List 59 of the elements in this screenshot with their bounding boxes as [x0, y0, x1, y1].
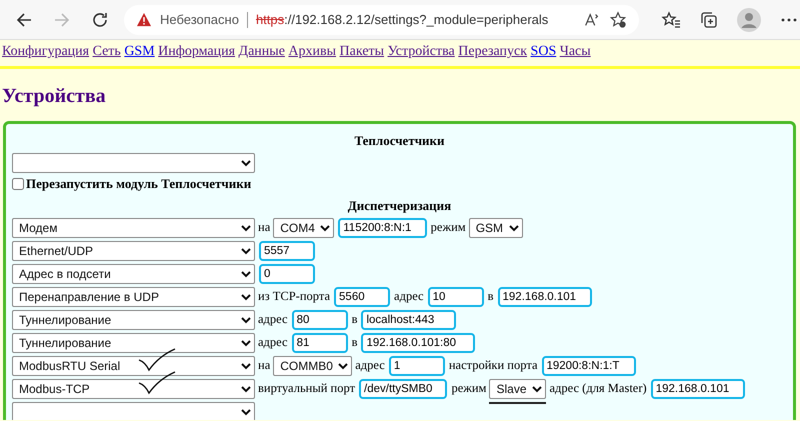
field-label: настройки порта	[448, 358, 538, 373]
input-field[interactable]: 5557	[259, 240, 315, 260]
field-label: виртуальный порт	[258, 381, 356, 396]
option-dropdown[interactable]: COM4	[273, 218, 334, 238]
nav-link[interactable]: Устройства	[388, 44, 455, 59]
nav-link[interactable]: Перезапуск	[458, 44, 528, 59]
nav-link[interactable]: Данные	[238, 44, 285, 59]
nav-link[interactable]: Конфигурация	[2, 44, 90, 59]
input-field[interactable]: 81	[292, 332, 348, 352]
field-label: адрес	[355, 358, 385, 373]
option-dropdown[interactable]: COMMB0	[273, 356, 352, 376]
input-field[interactable]: 192.168.0.101:80	[361, 332, 475, 352]
nav-link[interactable]: Пакеты	[340, 44, 384, 59]
nav-link[interactable]: GSM	[124, 44, 155, 59]
field-label: режим	[451, 381, 486, 396]
field-label: в	[488, 289, 494, 304]
address-bar[interactable]: Небезопасно https://192.168.2.12/settings?_module=peripherals	[124, 4, 639, 34]
input-field[interactable]: 10	[428, 286, 484, 306]
field-label: адрес	[258, 312, 288, 327]
nav-link[interactable]: SOS	[530, 44, 556, 59]
device-dropdown[interactable]: Адрес в подсети	[12, 264, 255, 284]
section-title: Диспетчеризация	[346, 197, 452, 215]
security-label: Небезопасно	[160, 12, 239, 27]
input-field[interactable]: /dev/ttySMB0	[359, 378, 448, 398]
section-title: Теплосчетчики	[353, 132, 446, 150]
device-dropdown[interactable]: Modbus-TCP	[12, 378, 255, 398]
device-dropdown[interactable]: Перенаправление в UDP	[12, 286, 255, 306]
input-field[interactable]: 80	[292, 310, 348, 330]
input-field[interactable]: 5560	[334, 286, 390, 306]
field-label: на	[258, 358, 270, 373]
field-label: адрес	[394, 289, 424, 304]
input-field[interactable]: 192.168.0.101	[498, 286, 592, 306]
device-dropdown[interactable]: ModbusRTU Serial	[12, 356, 255, 376]
nav-link[interactable]: Архивы	[288, 44, 336, 59]
input-field[interactable]: 115200:8:N:1	[338, 218, 427, 238]
input-field[interactable]: 19200:8:N:1:T	[542, 356, 636, 376]
restart-label: Перезапустить модуль Теплосчетчики	[26, 176, 252, 192]
device-dropdown[interactable]: Туннелирование	[12, 332, 255, 352]
field-label: в	[352, 335, 358, 350]
device-dropdown[interactable]: Ethernet/UDP	[12, 240, 255, 260]
nav-link[interactable]: Информация	[158, 44, 236, 59]
input-field[interactable]: localhost:443	[361, 310, 456, 330]
nav-link[interactable]: Часы	[560, 44, 591, 59]
field-label: адрес	[258, 335, 288, 350]
field-label: режим	[430, 220, 466, 235]
input-field[interactable]: 192.168.0.101	[650, 378, 746, 398]
field-label: на	[258, 220, 270, 235]
page-heading: Устройства	[2, 85, 107, 108]
device-dropdown[interactable]: Туннелирование	[12, 310, 255, 330]
device-dropdown[interactable]: Модем	[12, 218, 255, 238]
nav-link[interactable]: Сеть	[92, 44, 121, 59]
field-label: из TCP-порта	[258, 289, 330, 304]
input-field[interactable]: 1	[388, 356, 445, 376]
field-label: адрес (для Master)	[549, 381, 647, 396]
option-dropdown[interactable]: Slave	[489, 378, 546, 398]
option-dropdown[interactable]: GSM	[468, 218, 523, 238]
url-text: https://192.168.2.12/settings?_module=peripherals	[256, 12, 548, 27]
field-label: в	[352, 312, 358, 327]
input-field[interactable]: 0	[259, 264, 315, 284]
